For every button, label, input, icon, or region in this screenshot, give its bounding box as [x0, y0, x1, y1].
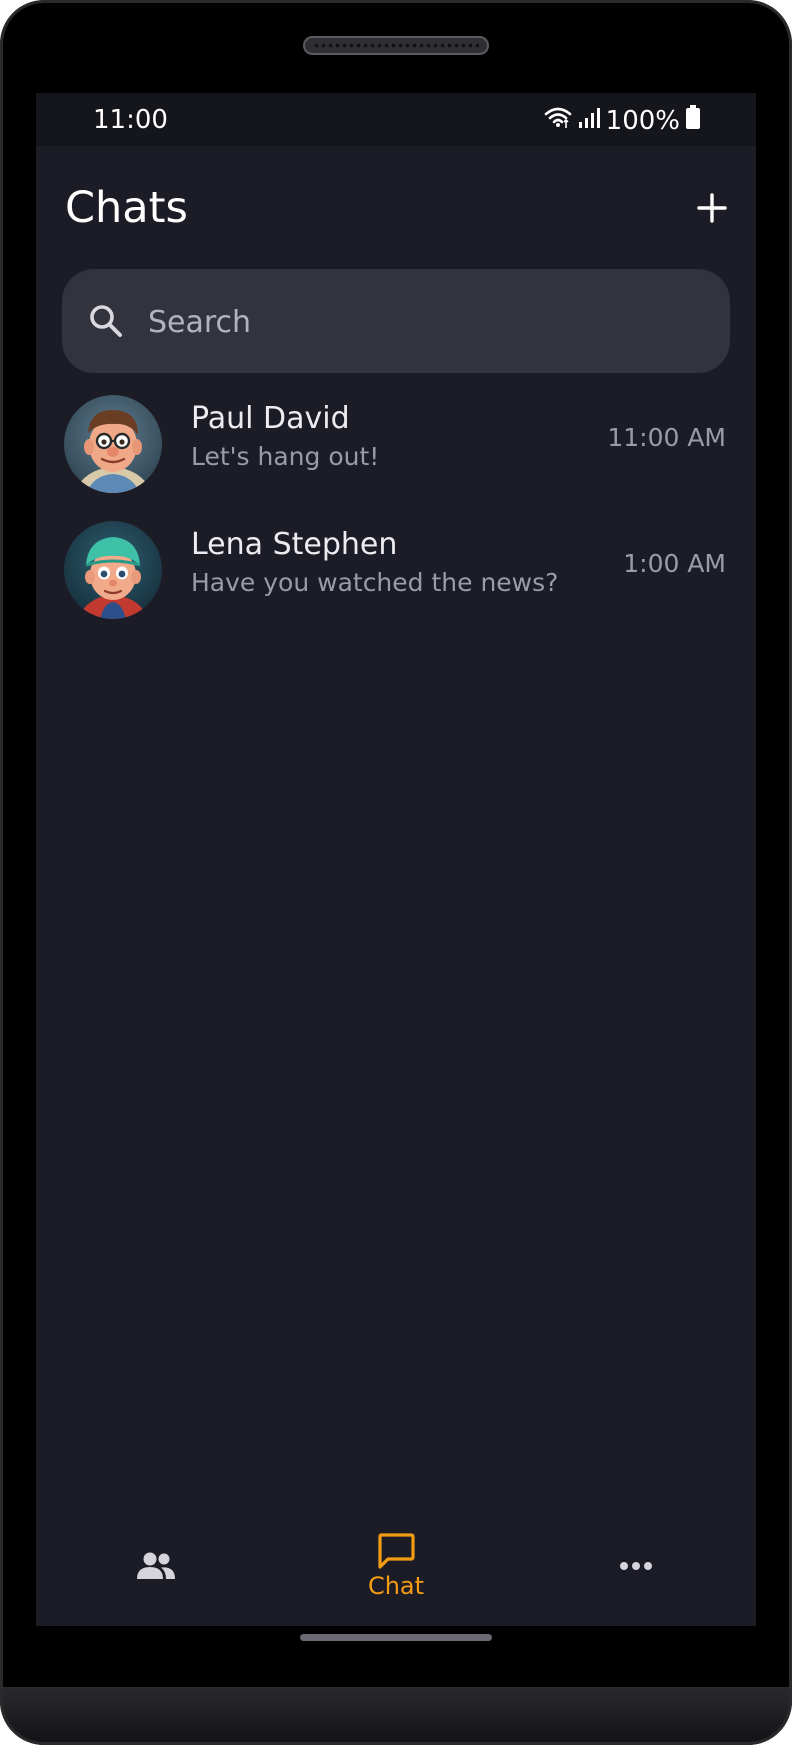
more-horizontal-icon: [620, 1562, 652, 1570]
chat-name: Paul David: [191, 401, 350, 436]
bottom-navigation: Chat: [36, 1516, 756, 1626]
people-icon: [137, 1552, 175, 1579]
search-icon: [88, 303, 124, 339]
chat-list: Paul David Let's hang out! 11:00 AM Lena…: [36, 383, 756, 635]
status-icons: 100%: [544, 105, 700, 136]
chat-time: 1:00 AM: [623, 549, 726, 578]
status-bar: 11:00 100%: [36, 93, 756, 146]
home-indicator[interactable]: [300, 1634, 492, 1641]
nav-contacts[interactable]: [86, 1516, 226, 1616]
chat-time: 11:00 AM: [607, 423, 726, 452]
wifi-icon: [544, 105, 572, 136]
chat-name: Lena Stephen: [191, 527, 398, 562]
nav-chat[interactable]: Chat: [326, 1516, 466, 1616]
chat-preview: Let's hang out!: [191, 442, 380, 471]
app-screen: 11:00 100% Chats Search Paul David Let's…: [36, 93, 756, 1626]
new-chat-button[interactable]: [692, 188, 732, 228]
chat-item-lena-stephen[interactable]: Lena Stephen Have you watched the news? …: [36, 509, 756, 635]
phone-frame: 11:00 100% Chats Search Paul David Let's…: [0, 0, 792, 1745]
earpiece-speaker: [303, 36, 489, 55]
search-bar[interactable]: [62, 269, 730, 373]
chat-preview: Have you watched the news?: [191, 568, 559, 597]
chat-item-paul-david[interactable]: Paul David Let's hang out! 11:00 AM: [36, 383, 756, 509]
signal-icon: [578, 106, 600, 136]
plus-icon: [697, 193, 727, 223]
battery-label: 100%: [605, 105, 680, 136]
chat-bubble-icon: [378, 1533, 415, 1569]
speaker-grill: [313, 42, 479, 49]
battery-icon: [686, 105, 700, 136]
avatar-lena: [64, 521, 162, 619]
page-title: Chats: [65, 183, 188, 233]
avatar-paul: [64, 395, 162, 493]
nav-more[interactable]: [566, 1516, 706, 1616]
search-input[interactable]: [146, 295, 710, 349]
status-time: 11:00: [93, 105, 168, 135]
phone-chin: [0, 1687, 792, 1745]
nav-chat-label: Chat: [367, 1572, 425, 1600]
